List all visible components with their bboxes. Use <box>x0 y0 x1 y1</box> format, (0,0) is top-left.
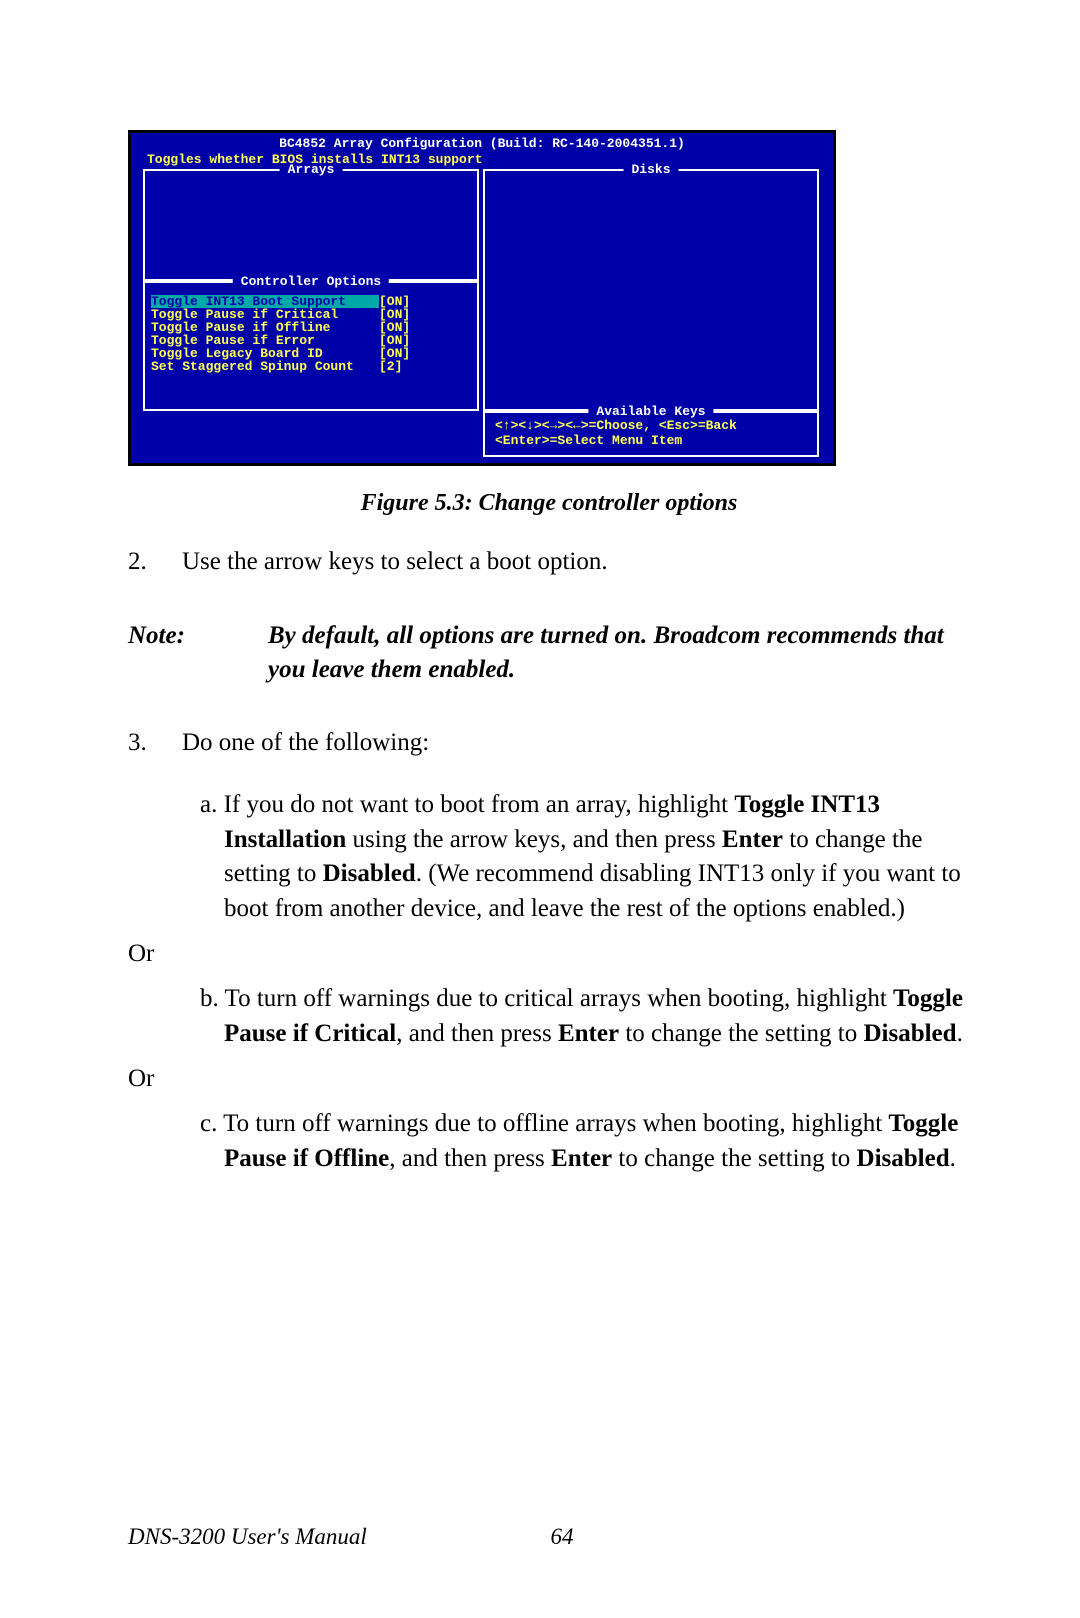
controller-option-row: Set Staggered Spinup Count [2] <box>151 360 471 373</box>
note-block: Note: By default, all options are turned… <box>128 619 970 687</box>
bios-title: BC4852 Array Configuration (Build: RC-14… <box>131 137 833 150</box>
note-label: Note: <box>128 619 268 687</box>
controller-option-name: Set Staggered Spinup Count <box>151 360 379 373</box>
footer-page-number: 64 <box>551 1524 574 1550</box>
or-1: Or <box>128 940 970 968</box>
step-3b: b. To turn off warnings due to critical … <box>200 982 970 1051</box>
step-3-text: Do one of the following: <box>182 726 970 760</box>
or-2: Or <box>128 1065 970 1093</box>
keys-help-text: <↑><↓><→><←>=Choose, <Esc>=Back <Enter>=… <box>495 419 737 449</box>
step-3-number: 3. <box>128 726 182 760</box>
step-3a: a. If you do not want to boot from an ar… <box>200 788 970 926</box>
controller-panel-label: Controller Options <box>233 275 389 288</box>
step-3: 3. Do one of the following: <box>128 726 970 760</box>
bios-screenshot: BC4852 Array Configuration (Build: RC-14… <box>128 130 836 466</box>
disks-panel: Disks <box>483 169 819 411</box>
note-text: By default, all options are turned on. B… <box>268 619 970 687</box>
keys-panel-label: Available Keys <box>588 405 713 418</box>
step-2-number: 2. <box>128 545 182 579</box>
step-2-text: Use the arrow keys to select a boot opti… <box>182 545 970 579</box>
controller-option-value: [2] <box>379 360 402 373</box>
disks-panel-label: Disks <box>623 163 678 176</box>
figure-caption: Figure 5.3: Change controller options <box>128 490 970 517</box>
step-3c: c. To turn off warnings due to offline a… <box>200 1107 970 1176</box>
controller-options-list: Toggle INT13 Boot Support [ON]Toggle Pau… <box>151 295 471 373</box>
controller-options-panel: Controller Options Toggle INT13 Boot Sup… <box>143 281 479 411</box>
available-keys-panel: Available Keys <↑><↓><→><←>=Choose, <Esc… <box>483 411 819 457</box>
page-footer: DNS-3200 User's Manual 64 <box>128 1524 574 1550</box>
arrays-panel: Arrays <box>143 169 479 281</box>
step-2: 2. Use the arrow keys to select a boot o… <box>128 545 970 579</box>
arrays-panel-label: Arrays <box>280 163 343 176</box>
footer-manual-title: DNS-3200 User's Manual <box>128 1524 367 1549</box>
